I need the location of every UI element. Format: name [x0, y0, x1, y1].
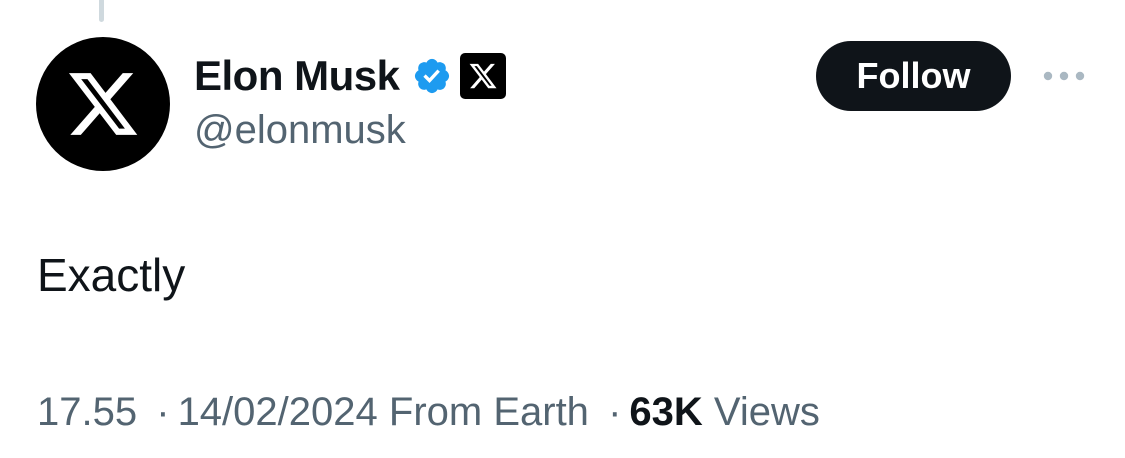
x-logo-icon[interactable]	[459, 53, 506, 99]
tweet-text: Exactly	[37, 249, 186, 301]
meta-separator: ·	[156, 390, 170, 434]
tweet-date[interactable]: 14/02/2024	[178, 390, 378, 434]
thread-connector-line	[99, 0, 104, 22]
x-logo-icon	[68, 73, 138, 135]
author-handle[interactable]: @elonmusk	[194, 108, 406, 153]
author-name-row: Elon Musk	[194, 50, 506, 102]
more-horizontal-icon	[1043, 71, 1085, 81]
tweet-meta: 17.55 · 14/02/2024 From Earth · 63K Views	[37, 390, 820, 435]
more-options-button[interactable]	[1036, 56, 1092, 96]
meta-separator: ·	[608, 390, 622, 434]
author-display-name[interactable]: Elon Musk	[194, 52, 400, 100]
tweet-time[interactable]: 17.55	[37, 390, 137, 434]
tweet-source: From Earth	[388, 390, 589, 434]
views-label: Views	[713, 390, 820, 434]
avatar[interactable]	[36, 37, 170, 171]
verified-badge-icon[interactable]	[412, 56, 452, 96]
views-count[interactable]: 63K	[629, 390, 702, 434]
follow-button[interactable]: Follow	[816, 41, 1011, 111]
